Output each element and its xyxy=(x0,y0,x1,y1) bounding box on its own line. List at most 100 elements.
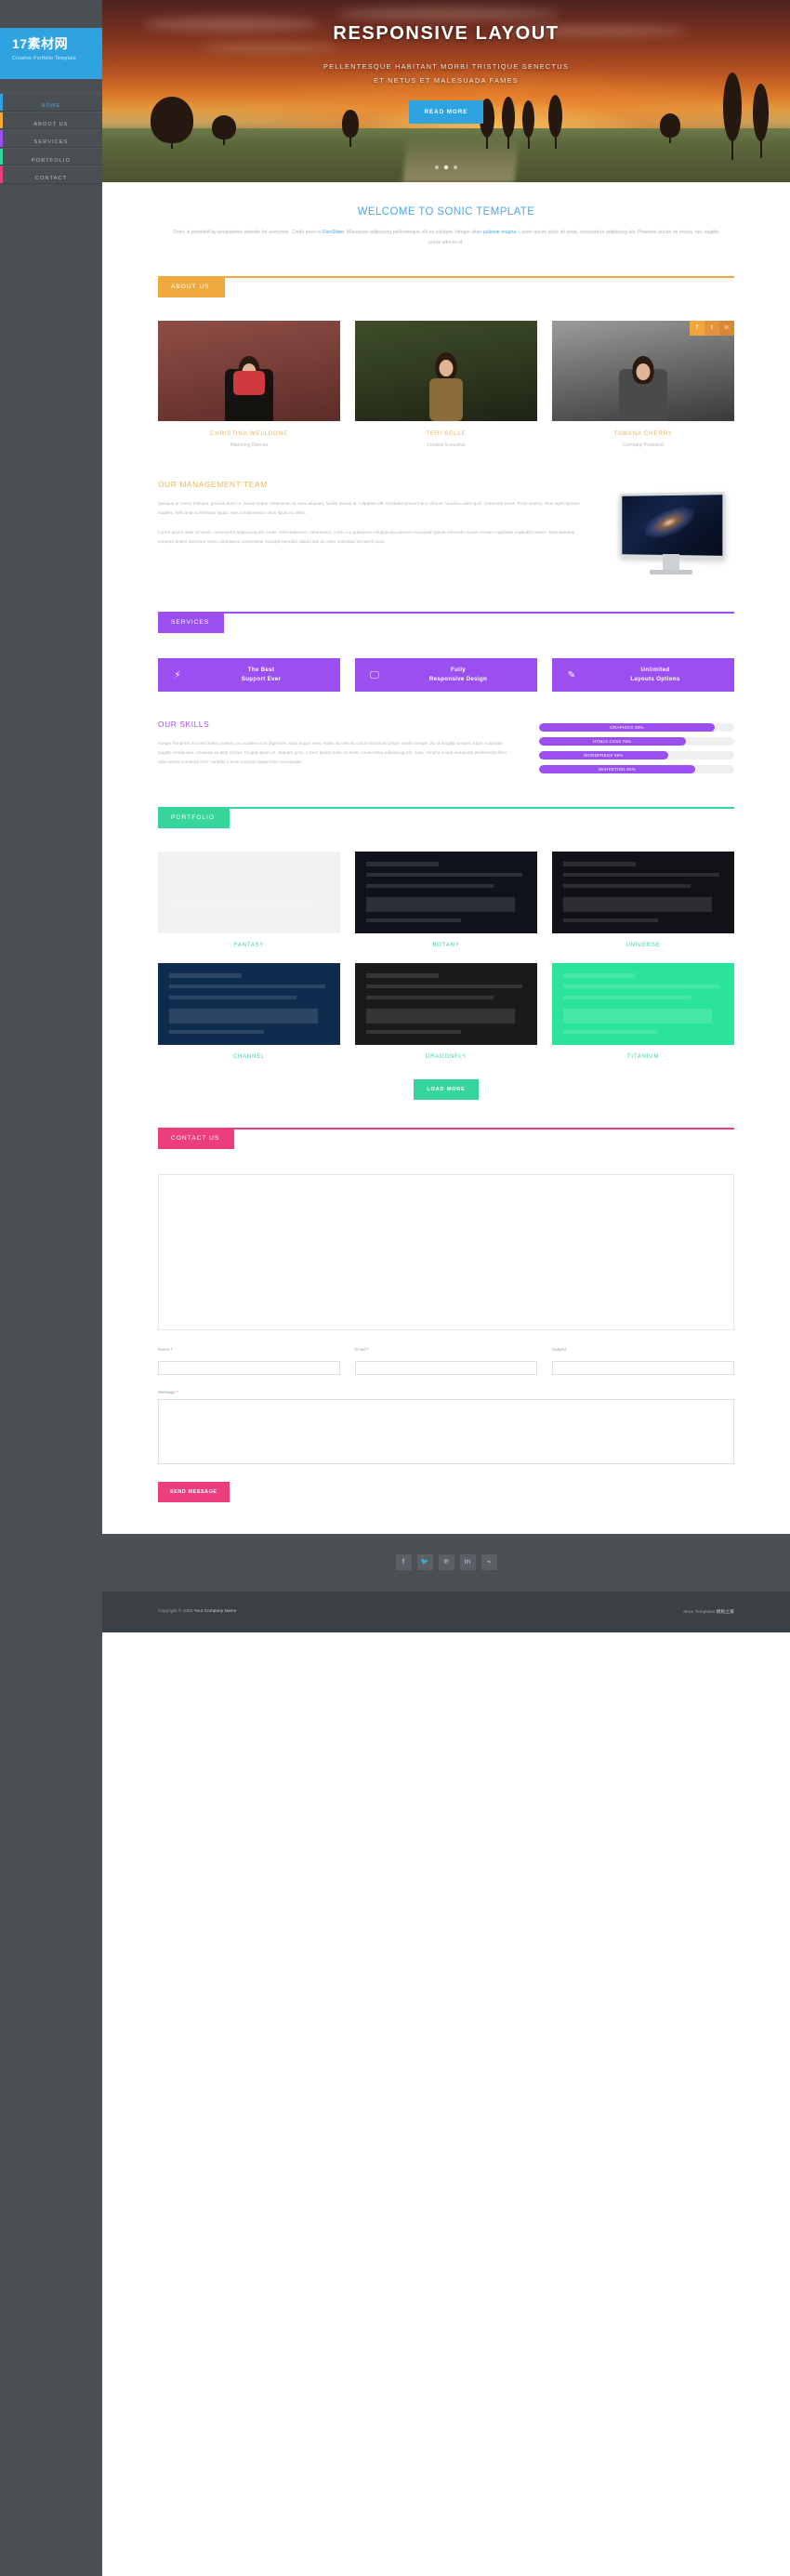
team-social-linkedin-icon[interactable]: in xyxy=(719,321,734,336)
load-more-button[interactable]: LOAD MORE xyxy=(414,1079,479,1100)
service-box[interactable]: ✎ Unlimited Layouts Options xyxy=(552,658,734,692)
send-message-button[interactable]: SEND MESSAGE xyxy=(158,1481,230,1502)
portfolio-item[interactable]: FANTASY xyxy=(158,852,340,948)
portfolio-section: PORTFOLIO FANTASY BOTANY UNIVERSE CHANNEL DR… xyxy=(158,807,734,1100)
team-social-badges[interactable]: f t in xyxy=(690,321,734,336)
monitor-icon: 🖵 xyxy=(370,669,379,680)
twitter-icon[interactable]: 🐦 xyxy=(416,1554,433,1570)
hero-subtitle-line2: ET NETUS ET MALESUADA FAMES xyxy=(374,76,519,85)
linkedin-icon[interactable]: in xyxy=(459,1554,476,1570)
about-tab-label: ABOUT US xyxy=(158,276,225,297)
team-member-photo: f t in xyxy=(552,321,734,421)
contact-field-label: Name * xyxy=(158,1347,173,1352)
sidebar-item-contact[interactable]: CONTACT xyxy=(0,165,102,184)
portfolio-thumbnail[interactable] xyxy=(355,963,537,1045)
portfolio-item[interactable]: DRAGONFLY xyxy=(355,963,537,1060)
contact-tab-label: CONTACT US xyxy=(158,1128,235,1149)
portfolio-item[interactable]: TITANIUM xyxy=(552,963,734,1060)
skill-bar-label: HTML5 CSS3 75% xyxy=(593,739,632,744)
team-social-twitter-icon[interactable]: t xyxy=(704,321,719,336)
site-logo[interactable]: 17素材网 Creative Portfolio Template xyxy=(0,28,102,79)
portfolio-thumbnail[interactable] xyxy=(158,852,340,933)
nav-color-indicator xyxy=(0,130,3,147)
welcome-section: WELCOME TO SONIC TEMPLATE Sonic is provi… xyxy=(158,182,734,248)
management-paragraph-2: Lorem ipsum dolor sit amet, consectetur … xyxy=(158,530,575,544)
message-textarea[interactable] xyxy=(158,1398,734,1464)
sidebar-item-portfolio[interactable]: PORTFOLIO xyxy=(0,147,102,165)
service-box[interactable]: 🖵 Fully Responsive Design xyxy=(355,658,537,692)
skill-bar-label: MARKETING 80% xyxy=(598,767,636,772)
nav-color-indicator xyxy=(0,94,3,111)
hero-title: RESPONSIVE LAYOUT xyxy=(333,23,560,44)
portfolio-thumbnail[interactable] xyxy=(552,963,734,1045)
logo-title: 17素材网 xyxy=(12,36,69,51)
contact-section-header: CONTACT US xyxy=(158,1128,734,1152)
portfolio-tab-label: PORTFOLIO xyxy=(158,807,230,828)
skills-heading: OUR SKILLS xyxy=(158,720,210,729)
skill-bar-fill: GRAPHICS 90% xyxy=(539,723,715,732)
skill-bar-label: WORDPRESS 66% xyxy=(583,753,624,758)
team-member-role: Company President xyxy=(623,443,664,448)
nav-color-indicator xyxy=(0,112,3,128)
contact-map[interactable] xyxy=(158,1174,734,1330)
contact-subject-input[interactable] xyxy=(552,1360,734,1375)
sidebar-item-services[interactable]: SERVICES xyxy=(0,129,102,148)
contact-name-input[interactable] xyxy=(158,1360,340,1375)
contact-form: Name * Email * Subject Message * SEND MESS… xyxy=(158,1347,734,1502)
imac-image xyxy=(608,487,734,584)
team-member-card: CHRISTINA WELLDONE Marketing Director xyxy=(158,321,340,448)
pulvinar-magna-link[interactable]: pulvinar magna xyxy=(483,230,516,235)
rss-icon[interactable]: ⌁ xyxy=(481,1554,497,1570)
sidebar-item-label: CONTACT xyxy=(34,176,68,181)
service-box-label: Unlimited Layouts Options xyxy=(630,667,680,682)
footer-copyright-bar: Copyright © 2084 Your Company Name More … xyxy=(102,1591,790,1632)
skill-bar-track: HTML5 CSS3 75% xyxy=(539,737,734,746)
sidebar-item-label: ABOUT US xyxy=(33,121,69,127)
service-box-label: Fully Responsive Design xyxy=(428,667,488,682)
sidebar-item-label: PORTFOLIO xyxy=(31,157,72,164)
sidebar: 17素材网 Creative Portfolio Template HOME AB… xyxy=(0,0,102,2576)
team-member-card: TERI BELLE Creative Executive xyxy=(355,321,537,448)
portfolio-caption: BOTANY xyxy=(432,943,460,948)
portfolio-caption: UNIVERSE xyxy=(625,943,661,948)
message-label: Message * xyxy=(158,1389,178,1394)
portfolio-thumbnail[interactable] xyxy=(158,963,340,1045)
facebook-icon[interactable]: f xyxy=(395,1554,412,1570)
skills-paragraph: Integer hendrerit erat sed tellus pretiu… xyxy=(158,741,507,764)
team-member-role: Creative Executive xyxy=(427,443,466,448)
welcome-paragraph: Sonic is provided by templatemo website … xyxy=(158,228,734,248)
contact-field-subject: Subject xyxy=(552,1347,734,1375)
flexslider-link[interactable]: FlexSlider xyxy=(323,230,344,235)
portfolio-thumbnail[interactable] xyxy=(552,852,734,933)
portfolio-load-more-wrap: LOAD MORE xyxy=(158,1078,734,1100)
portfolio-item[interactable]: UNIVERSE xyxy=(552,852,734,948)
service-box[interactable]: ⚡ The Best Support Ever xyxy=(158,658,340,692)
hero-slider[interactable]: RESPONSIVE LAYOUT PELLENTESQUE HABITANT … xyxy=(102,0,790,182)
sidebar-nav: HOME ABOUT US SERVICES PORTFOLIO CONTACT xyxy=(0,93,102,184)
contact-field-email: Email * xyxy=(355,1347,537,1375)
pencil-icon: ✎ xyxy=(567,669,576,680)
contact-email-input[interactable] xyxy=(355,1360,537,1375)
skill-bar-track: MARKETING 80% xyxy=(539,765,734,773)
about-section: ABOUT US CHRISTINA WELLDONE Marketing Dir… xyxy=(158,276,734,584)
nav-color-indicator xyxy=(0,148,3,165)
team-social-facebook-icon[interactable]: f xyxy=(690,321,704,336)
credit-text: More Templates 模板之家 xyxy=(683,1610,734,1615)
sidebar-item-about-us[interactable]: ABOUT US xyxy=(0,111,102,129)
team-member-role: Marketing Director xyxy=(230,443,269,448)
hero-subtitle-line1: PELLENTESQUE HABITANT MORBI TRISTIQUE SE… xyxy=(323,62,570,71)
management-paragraph-1: Quisque in metus tristique, gravida dolo… xyxy=(158,501,580,515)
skill-bar-track: GRAPHICS 90% xyxy=(539,723,734,732)
footer-social-bar: f 🐦 ℗ in ⌁ xyxy=(102,1533,790,1592)
pinterest-icon[interactable]: ℗ xyxy=(438,1554,454,1570)
portfolio-thumbnail[interactable] xyxy=(355,852,537,933)
portfolio-item[interactable]: CHANNEL xyxy=(158,963,340,1060)
hero-read-more-button[interactable]: READ MORE xyxy=(408,100,484,124)
main-content: RESPONSIVE LAYOUT PELLENTESQUE HABITANT … xyxy=(102,0,790,2576)
portfolio-item[interactable]: BOTANY xyxy=(355,852,537,948)
sidebar-item-label: SERVICES xyxy=(33,139,69,145)
sidebar-item-home[interactable]: HOME xyxy=(0,93,102,112)
nav-color-indicator xyxy=(0,166,3,183)
service-boxes: ⚡ The Best Support Ever 🖵 Fully Responsive De… xyxy=(158,658,734,692)
contact-form-fields: Name * Email * Subject xyxy=(158,1347,734,1375)
